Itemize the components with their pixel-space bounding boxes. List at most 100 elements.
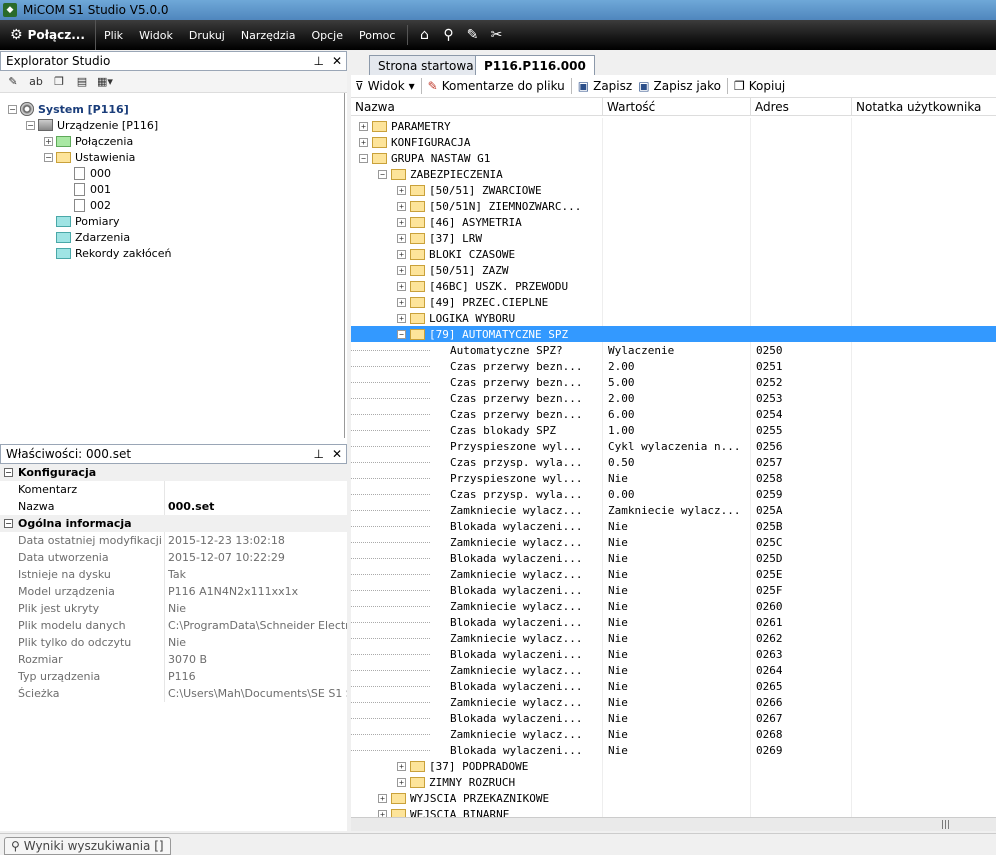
view-button[interactable]: ⊽ Widok ▾ <box>355 79 415 93</box>
grid-setting-row[interactable]: Zamkniecie wylacz... Nie 025C <box>351 534 996 550</box>
user-note-cell[interactable] <box>852 774 996 790</box>
grid-setting-row[interactable]: Czas przerwy bezn... 2.00 0253 <box>351 390 996 406</box>
property-row[interactable]: Data utworzenia 2015-12-07 10:22:29 <box>0 549 347 566</box>
value-cell[interactable]: Nie <box>603 742 751 758</box>
property-row[interactable]: Istnieje na dysku Tak <box>0 566 347 583</box>
expand-icon[interactable]: + <box>378 809 387 817</box>
user-note-cell[interactable] <box>852 486 996 502</box>
save-button[interactable]: ▣ Zapisz <box>578 79 632 93</box>
user-note-cell[interactable] <box>852 278 996 294</box>
home-icon[interactable]: ⌂ <box>412 27 436 43</box>
column-header-address[interactable]: Adres <box>751 98 852 115</box>
grid-group-row[interactable]: − [79] AUTOMATYCZNE SPZ <box>351 326 996 342</box>
user-note-cell[interactable] <box>852 694 996 710</box>
property-value[interactable]: 000.set <box>165 498 347 515</box>
property-value[interactable]: P116 A1N4N2x111xx1x <box>165 583 347 600</box>
property-value[interactable]: 2015-12-23 13:02:18 <box>165 532 347 549</box>
value-cell[interactable]: Nie <box>603 710 751 726</box>
value-cell[interactable]: Nie <box>603 582 751 598</box>
grid-setting-row[interactable]: Zamkniecie wylacz... Nie 0268 <box>351 726 996 742</box>
expand-icon[interactable]: + <box>397 313 406 323</box>
value-cell[interactable]: Nie <box>603 678 751 694</box>
grid-setting-row[interactable]: Czas przerwy bezn... 6.00 0254 <box>351 406 996 422</box>
value-cell[interactable]: 2.00 <box>603 390 751 406</box>
column-header-name[interactable]: Nazwa <box>351 98 603 115</box>
expand-icon[interactable]: + <box>359 121 368 131</box>
value-cell[interactable]: Nie <box>603 598 751 614</box>
property-row[interactable]: Komentarz <box>0 481 347 498</box>
collapse-icon[interactable]: − <box>359 153 368 163</box>
user-note-cell[interactable] <box>852 662 996 678</box>
property-value[interactable]: Tak <box>165 566 347 583</box>
user-note-cell[interactable] <box>852 166 996 182</box>
pin-icon[interactable]: ⊥ <box>313 54 323 68</box>
grid-group-row[interactable]: + KONFIGURACJA <box>351 134 996 150</box>
user-note-cell[interactable] <box>852 710 996 726</box>
grid-setting-row[interactable]: Zamkniecie wylacz... Zamkniecie wylacz...… <box>351 502 996 518</box>
user-note-cell[interactable] <box>852 230 996 246</box>
property-value[interactable]: C:\Users\Mah\Documents\SE S1 Stuc <box>165 685 347 702</box>
property-row[interactable]: Plik tylko do odczytu Nie <box>0 634 347 651</box>
grid-group-row[interactable]: + [37] PODPRADOWE <box>351 758 996 774</box>
property-row[interactable]: Plik jest ukryty Nie <box>0 600 347 617</box>
tab-start-page[interactable]: Strona startowa <box>369 55 483 75</box>
tree-node[interactable]: 001 <box>62 181 111 197</box>
tree-node[interactable]: + Połączenia <box>44 133 133 149</box>
menu-drukuj[interactable]: Drukuj <box>181 20 233 50</box>
horizontal-scrollbar[interactable]: ||| <box>351 817 996 831</box>
user-note-cell[interactable] <box>852 790 996 806</box>
grid-setting-row[interactable]: Blokada wylaczeni... Nie 025B <box>351 518 996 534</box>
collapse-icon[interactable]: − <box>8 104 17 114</box>
grid-setting-row[interactable]: Przyspieszone wyl... Cykl wylaczenia n...… <box>351 438 996 454</box>
user-note-cell[interactable] <box>852 374 996 390</box>
collapse-icon[interactable]: − <box>4 519 13 528</box>
value-cell[interactable]: Nie <box>603 470 751 486</box>
user-note-cell[interactable] <box>852 150 996 166</box>
value-cell[interactable]: Nie <box>603 662 751 678</box>
column-header-user-note[interactable]: Notatka użytkownika <box>852 98 996 115</box>
grid-group-row[interactable]: − ZABEZPIECZENIA <box>351 166 996 182</box>
grid-group-row[interactable]: + [37] LRW <box>351 230 996 246</box>
grid-setting-row[interactable]: Zamkniecie wylacz... Nie 0260 <box>351 598 996 614</box>
tree-node[interactable]: Pomiary <box>44 213 120 229</box>
value-cell[interactable]: Nie <box>603 518 751 534</box>
user-note-cell[interactable] <box>852 262 996 278</box>
expand-icon[interactable]: + <box>397 249 406 259</box>
grid-setting-row[interactable]: Blokada wylaczeni... Nie 0267 <box>351 710 996 726</box>
value-cell[interactable]: 5.00 <box>603 374 751 390</box>
value-cell[interactable]: Nie <box>603 550 751 566</box>
user-note-cell[interactable] <box>852 294 996 310</box>
property-value[interactable]: C:\ProgramData\Schneider Electric\M <box>165 617 347 634</box>
value-cell[interactable]: Nie <box>603 694 751 710</box>
user-note-cell[interactable] <box>852 118 996 134</box>
expand-icon[interactable]: + <box>397 265 406 275</box>
grid-setting-row[interactable]: Blokada wylaczeni... Nie 0263 <box>351 646 996 662</box>
value-cell[interactable]: 0.50 <box>603 454 751 470</box>
grid-setting-row[interactable]: Blokada wylaczeni... Nie 0269 <box>351 742 996 758</box>
property-value[interactable]: 2015-12-07 10:22:29 <box>165 549 347 566</box>
user-note-cell[interactable] <box>852 678 996 694</box>
value-cell[interactable]: Nie <box>603 566 751 582</box>
grid-setting-row[interactable]: Zamkniecie wylacz... Nie 025E <box>351 566 996 582</box>
user-note-cell[interactable] <box>852 198 996 214</box>
menu-opcje[interactable]: Opcje <box>303 20 351 50</box>
user-note-cell[interactable] <box>852 566 996 582</box>
grid-group-row[interactable]: + [46] ASYMETRIA <box>351 214 996 230</box>
notes-icon[interactable]: ✎ <box>460 27 484 43</box>
search-icon[interactable]: ⚲ <box>436 27 460 43</box>
grid-setting-row[interactable]: Zamkniecie wylacz... Nie 0266 <box>351 694 996 710</box>
user-note-cell[interactable] <box>852 438 996 454</box>
collapse-icon[interactable]: − <box>378 169 387 179</box>
value-cell[interactable]: Nie <box>603 646 751 662</box>
user-note-cell[interactable] <box>852 726 996 742</box>
grid-group-row[interactable]: + [50/51] ZAZW <box>351 262 996 278</box>
collapse-icon[interactable]: − <box>44 152 53 162</box>
user-note-cell[interactable] <box>852 214 996 230</box>
expand-icon[interactable]: + <box>359 137 368 147</box>
pin-icon[interactable]: ⊥ <box>313 447 323 461</box>
user-note-cell[interactable] <box>852 806 996 817</box>
tools-icon[interactable]: ✂ <box>484 27 508 43</box>
property-row[interactable]: Nazwa 000.set <box>0 498 347 515</box>
expand-icon[interactable]: + <box>397 233 406 243</box>
column-header-value[interactable]: Wartość <box>603 98 751 115</box>
